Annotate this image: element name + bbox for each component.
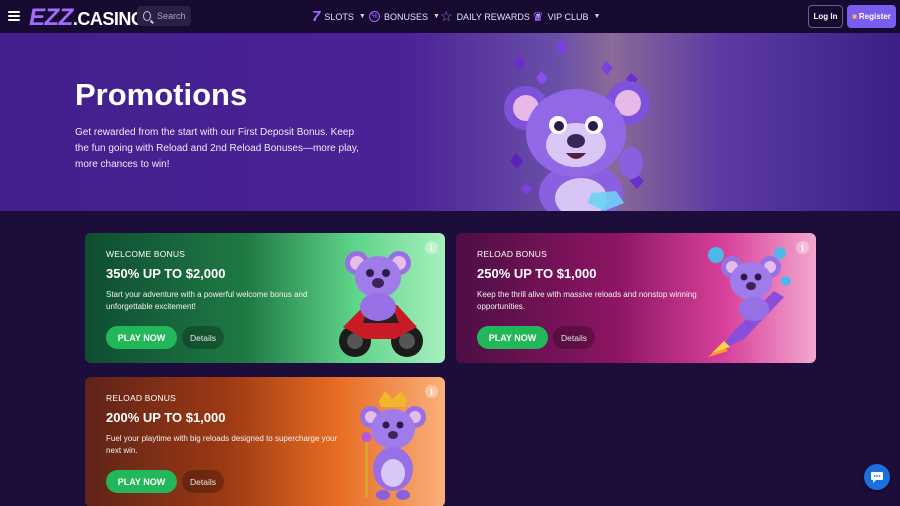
card-description: Fuel your playtime with big reloads desi… [106,434,338,455]
nav-slots-label: SLOTS [324,11,354,22]
card-eyebrow: RELOAD BONUS [106,393,176,403]
play-now-button[interactable]: PLAY NOW [106,470,177,493]
percent-badge-icon: % [369,11,380,22]
nav-vip-club[interactable]: ♛ VIP CLUB ▼ [532,0,600,33]
hamburger-menu-icon[interactable] [8,11,20,21]
register-label: Register [858,12,891,21]
hero-description: Get rewarded from the start with our Fir… [75,127,359,170]
promo-card-reload-bonus-2: RELOAD BONUS 200% UP TO $1,000 Fuel your… [85,377,445,506]
nav-daily-rewards-label: DAILY REWARDS [456,11,530,22]
play-now-button[interactable]: PLAY NOW [477,326,548,349]
crown-icon: ♛ [532,8,544,24]
live-chat-button[interactable] [864,464,890,490]
card-headline: 350% UP TO $2,000 [106,266,226,281]
search-icon [143,11,151,21]
logo[interactable]: EZZ .CASINO [29,4,145,32]
page-title: Promotions [75,77,248,112]
chevron-down-icon: ▼ [593,13,601,20]
nav-vip-club-label: VIP CLUB [547,11,589,22]
register-button[interactable]: ■ Register [847,5,896,28]
card-description: Start your adventure with a powerful wel… [106,290,308,311]
info-icon[interactable]: i [796,241,809,254]
koala-rocket-image [708,247,791,357]
chevron-down-icon: ▼ [433,13,440,20]
promo-card-welcome-bonus: WELCOME BONUS 350% UP TO $2,000 Start yo… [85,233,445,363]
card-headline: 250% UP TO $1,000 [477,266,597,281]
nav-daily-rewards[interactable]: ☆ DAILY REWARDS ▼ [440,0,542,33]
chevron-down-icon: ▼ [358,13,366,20]
info-icon[interactable]: i [425,241,438,254]
logo-ezz: EZZ [29,4,73,31]
nav-bonuses[interactable]: % BONUSES ▼ [369,0,440,33]
login-button[interactable]: Log In [808,5,843,28]
card-eyebrow: WELCOME BONUS [106,249,186,259]
details-button[interactable]: Details [182,470,224,493]
card-headline: 200% UP TO $1,000 [106,410,226,425]
details-button[interactable]: Details [182,326,224,349]
promotions-hero: Promotions Get rewarded from the start w… [0,33,900,211]
nav-slots[interactable]: 7 SLOTS ▼ [312,0,366,33]
promo-card-reload-bonus: RELOAD BONUS 250% UP TO $1,000 Keep the … [456,233,816,363]
chat-bubble-icon [871,472,883,483]
koala-mascot-image [504,39,650,211]
koala-king-image [360,391,426,500]
details-button[interactable]: Details [553,326,595,349]
top-header: EZZ.CASINO 7 SLOTS ▼ % BONUSES ▼ ☆ DAILY… [0,0,900,33]
search-input[interactable] [157,11,191,21]
gift-icon: ■ [852,12,857,21]
card-eyebrow: RELOAD BONUS [477,249,547,259]
logo-casino: .CASINO [72,9,145,29]
nav-bonuses-label: BONUSES [384,11,429,22]
seven-icon: 7 [312,8,321,25]
star-icon: ☆ [440,8,453,24]
play-now-button[interactable]: PLAY NOW [106,326,177,349]
koala-motorbike-image [339,251,423,357]
search-box[interactable] [137,6,191,26]
card-description: Keep the thrill alive with massive reloa… [477,290,697,311]
